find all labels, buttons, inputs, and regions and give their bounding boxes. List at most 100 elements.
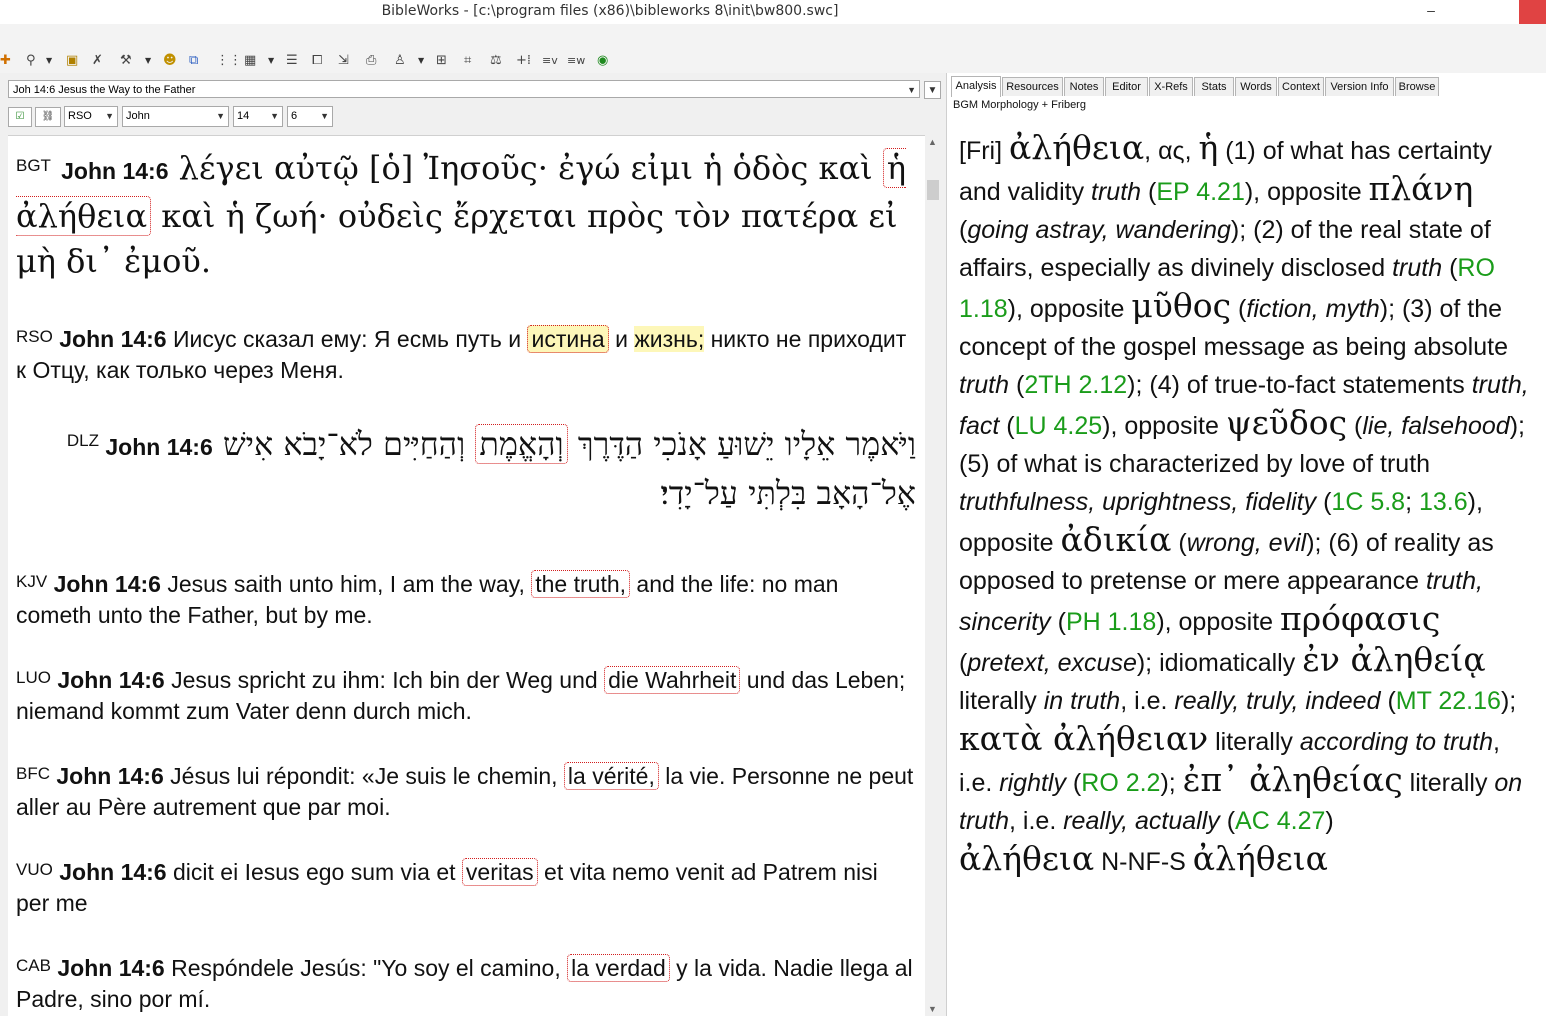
greek-word[interactable]: ἐν ἀληθείᾳ: [1302, 640, 1485, 679]
tab-analysis[interactable]: Analysis: [951, 76, 1001, 97]
verse-select[interactable]: 6 ▼: [287, 106, 333, 127]
entry-text: (: [1009, 371, 1025, 399]
highlighted-word[interactable]: истина: [527, 325, 609, 353]
verse-cab[interactable]: CAB John 14:6 Respóndele Jesús: "Yo soy …: [16, 953, 916, 1015]
highlighted-word[interactable]: la verdad: [567, 954, 670, 982]
tab-notes[interactable]: Notes: [1064, 77, 1104, 96]
version-label: BFC: [16, 764, 50, 783]
plus-icon[interactable]: ✚: [0, 52, 11, 70]
tab-version-info[interactable]: Version Info: [1325, 77, 1394, 96]
lemma[interactable]: ἀλήθεια: [1193, 839, 1328, 878]
greek-word[interactable]: ψεῦδος: [1226, 403, 1347, 442]
version-select[interactable]: RSO ▼: [64, 106, 118, 127]
verse-luo[interactable]: LUO John 14:6 Jesus spricht zu ihm: Ich …: [16, 665, 916, 727]
chapter-select[interactable]: 14 ▼: [233, 106, 283, 127]
greek-word[interactable]: ἡ: [1198, 128, 1218, 167]
greek-word[interactable]: ἀλήθεια: [1009, 128, 1144, 167]
entry-text: ), opposite: [1007, 295, 1132, 323]
highlighted-word[interactable]: וְהָאֱמֶת: [475, 424, 568, 464]
book-select[interactable]: John ▼: [122, 106, 229, 127]
scroll-up-icon[interactable]: ▲: [928, 137, 937, 147]
tab-words[interactable]: Words: [1235, 77, 1277, 96]
chevron-down-icon[interactable]: ▼: [268, 52, 274, 70]
scroll-thumb[interactable]: [927, 180, 939, 200]
search-tools-icon[interactable]: ⚲: [26, 52, 36, 70]
scripture-link[interactable]: EP 4.21: [1156, 178, 1245, 206]
gloss: lie, falsehood: [1362, 412, 1510, 440]
globe-icon[interactable]: ◉: [597, 52, 608, 70]
chevron-down-icon: ▼: [907, 85, 916, 95]
scripture-link[interactable]: AC 4.27: [1235, 807, 1325, 835]
export-icon[interactable]: ⇲: [338, 52, 349, 70]
search-results-pane: Joh 14:6 Jesus the Way to the Father ▼ ▼…: [0, 73, 947, 1017]
scripture-link[interactable]: 13.6: [1419, 488, 1468, 516]
plus-split-icon[interactable]: +⁞: [516, 52, 531, 70]
highlighted-word[interactable]: жизнь;: [634, 326, 705, 352]
highlighted-word[interactable]: la vérité,: [563, 762, 659, 790]
scripture-link[interactable]: 1C 5.8: [1331, 488, 1405, 516]
close-button[interactable]: [1519, 0, 1546, 24]
scripture-link[interactable]: RO 2.2: [1081, 769, 1160, 797]
verse-kjv[interactable]: KJV John 14:6 Jesus saith unto him, I am…: [16, 569, 916, 631]
greek-word[interactable]: ἀλήθεια: [959, 839, 1094, 878]
scripture-link[interactable]: MT 22.16: [1396, 687, 1501, 715]
grid-icon[interactable]: ▦: [244, 52, 256, 70]
scripture-link[interactable]: LU 4.25: [1015, 412, 1103, 440]
tab-stats[interactable]: Stats: [1194, 77, 1234, 96]
greek-word[interactable]: κατὰ ἀλήθειαν: [959, 719, 1208, 758]
verse-bfc[interactable]: BFC John 14:6 Jésus lui répondit: «Je su…: [16, 761, 916, 823]
version-label: DLZ: [66, 431, 99, 450]
scripture-link[interactable]: PH 1.18: [1066, 608, 1156, 636]
chevron-down-icon[interactable]: ▼: [924, 81, 941, 99]
copy-pages-icon[interactable]: ⧠: [312, 52, 322, 70]
highlighted-word[interactable]: veritas: [461, 858, 538, 886]
print-icon[interactable]: ⎙: [366, 52, 376, 70]
tab-context[interactable]: Context: [1278, 77, 1324, 96]
tab-browse[interactable]: Browse: [1395, 77, 1439, 96]
link-icon[interactable]: ⛓: [35, 107, 61, 127]
tab-editor[interactable]: Editor: [1105, 77, 1148, 96]
greek-word[interactable]: ἐπ᾽ ἀληθείας: [1183, 760, 1403, 799]
person2-icon[interactable]: ♙: [394, 52, 406, 70]
chevron-down-icon[interactable]: ▼: [418, 52, 424, 70]
word-bw-icon[interactable]: ≡w: [567, 52, 585, 70]
greek-word[interactable]: πρόφασις: [1280, 599, 1440, 638]
parse-code: N-NF-S: [1094, 848, 1193, 876]
resize-icon[interactable]: ⊞: [436, 52, 447, 70]
hammer-icon[interactable]: ⚖: [490, 52, 502, 70]
verse-rso[interactable]: RSO John 14:6 Иисус сказал ему: Я есмь п…: [16, 324, 916, 386]
verse-reference-dropdown[interactable]: Joh 14:6 Jesus the Way to the Father ▼: [8, 80, 920, 98]
minimize-button[interactable]: –: [1416, 2, 1446, 18]
copy-icon[interactable]: ▣: [66, 52, 78, 70]
chevron-down-icon[interactable]: ▼: [145, 52, 151, 70]
verse-ref: John 14:6: [61, 158, 169, 184]
window-icon[interactable]: ⧉: [189, 52, 198, 70]
window-title: BibleWorks - [c:\program files (x86)\bib…: [381, 3, 839, 19]
gloss: according to truth: [1299, 728, 1494, 756]
greek-word[interactable]: πλάνη: [1369, 169, 1474, 208]
tab-resources[interactable]: Resources: [1002, 77, 1063, 96]
person-icon[interactable]: ☻: [163, 52, 177, 70]
parallel-icon[interactable]: ⋮⋮: [216, 52, 242, 70]
greek-word[interactable]: μῦθος: [1131, 286, 1231, 325]
table-icon[interactable]: ⌗: [464, 52, 471, 70]
verse-bgt[interactable]: BGT John 14:6 λέγει αὐτῷ [ὁ] Ἰησοῦς· ἐγώ…: [16, 146, 916, 284]
highlighted-word[interactable]: die Wahrheit: [604, 666, 741, 694]
tools-icon[interactable]: ⚒: [120, 52, 132, 70]
tab-xrefs[interactable]: X-Refs: [1149, 77, 1193, 96]
vertical-scrollbar[interactable]: ▲ ▼: [925, 135, 941, 1016]
highlighted-word[interactable]: the truth,: [531, 570, 631, 598]
verse-ref: John 14:6: [57, 667, 165, 693]
word-ev-icon[interactable]: ≡v: [542, 52, 558, 70]
chevron-down-icon: ▼: [270, 111, 279, 121]
scroll-down-icon[interactable]: ▼: [928, 1004, 937, 1014]
gloss: going astray, wandering: [967, 216, 1231, 244]
checklist-icon[interactable]: ☑: [8, 107, 32, 127]
chevron-down-icon[interactable]: ▼: [46, 52, 52, 70]
verse-dlz[interactable]: DLZ John 14:6 וַיֹּאמֶר אֵלָיו יֵשׁוּעַ …: [16, 421, 916, 516]
verse-vuo[interactable]: VUO John 14:6 dicit ei Iesus ego sum via…: [16, 857, 916, 919]
greek-word[interactable]: ἀδικία: [1060, 520, 1171, 559]
list-icon[interactable]: ☰: [286, 52, 298, 70]
scripture-link[interactable]: 2TH 2.12: [1024, 371, 1127, 399]
gear-wrench-icon[interactable]: ✗: [92, 52, 103, 70]
